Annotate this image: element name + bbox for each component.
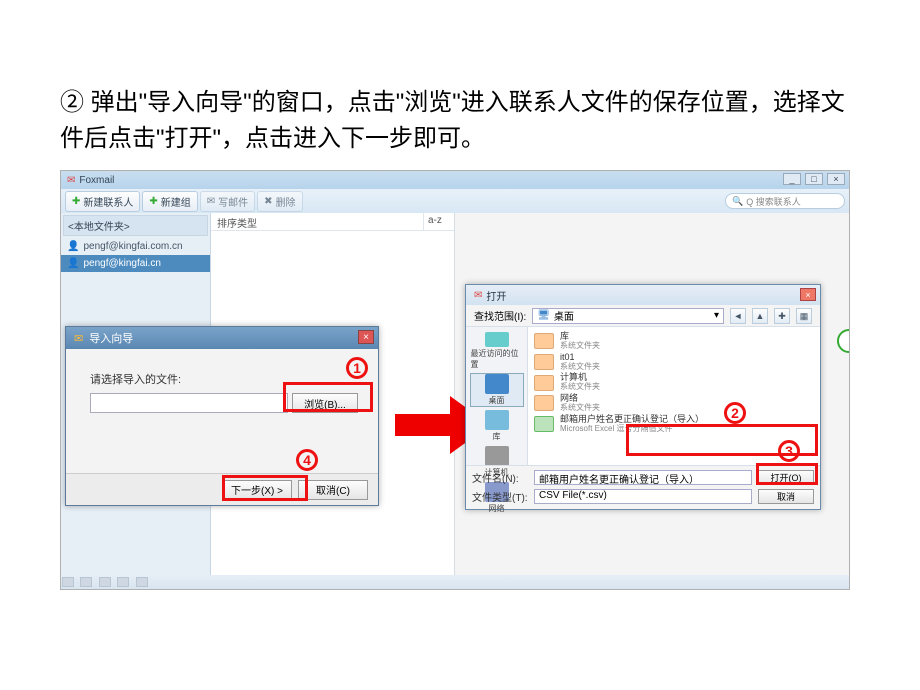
plus-icon: ✚ [149, 196, 157, 207]
filename-combo[interactable]: 邮箱用户姓名更正确认登记（导入） [534, 470, 752, 485]
file-item-it01[interactable]: it01系统文件夹 [534, 352, 814, 373]
file-item-library[interactable]: 库系统文件夹 [534, 331, 814, 352]
foxmail-status-bar [61, 575, 849, 589]
file-open-dialog: ✉ 打开 × 查找范围(I): 🖥 桌面 ▾ ◄ ▲ ✚ ▦ 最近访问的位置 [465, 284, 821, 510]
foxmail-titlebar: ✉ Foxmail _ □ × [61, 171, 849, 189]
status-icon[interactable] [136, 577, 148, 587]
open-dialog-bottom: 文件名(N): 邮箱用户姓名更正确认登记（导入） 打开(O) 文件类型(T): … [466, 465, 820, 509]
file-list: 库系统文件夹 it01系统文件夹 计算机系统文件夹 网络系统文件夹 邮箱用户姓名… [528, 327, 820, 465]
open-dialog-titlebar: ✉ 打开 × [466, 285, 820, 305]
new-group-button[interactable]: ✚新建组 [142, 191, 197, 212]
callout-number-4: 4 [296, 449, 318, 471]
wizard-title: 导入向导 [89, 330, 133, 346]
status-icon[interactable] [99, 577, 111, 587]
place-desktop[interactable]: 桌面 [470, 373, 524, 407]
place-recent[interactable]: 最近访问的位置 [470, 331, 524, 371]
wizard-titlebar: ✉ 导入向导 × [66, 327, 378, 349]
view-icon[interactable]: ▦ [796, 308, 812, 324]
cancel-button[interactable]: 取消(C) [298, 480, 368, 500]
foxmail-toolbar: ✚新建联系人 ✚新建组 ✉写邮件 ✖删除 🔍 Q 搜索联系人 [61, 189, 849, 213]
sort-az[interactable]: a-z [424, 213, 454, 230]
close-icon[interactable]: × [827, 173, 845, 185]
chevron-down-icon: ▾ [714, 310, 719, 321]
plus-icon: ✚ [72, 196, 80, 207]
file-item-excel[interactable]: 邮箱用户姓名更正确认登记（导入）Microsoft Excel 逗号分隔值文件 [534, 414, 814, 435]
open-dialog-close-button[interactable]: × [800, 288, 816, 301]
look-in-label: 查找范围(I): [474, 308, 526, 323]
open-cancel-button[interactable]: 取消 [758, 489, 814, 504]
sidebar-account-1[interactable]: 👤pengf@kingfai.com.cn [61, 238, 210, 255]
delete-icon: ✖ [264, 196, 272, 207]
foxmail-title: Foxmail [79, 175, 114, 186]
open-button[interactable]: 打开(O) [758, 470, 814, 485]
sort-header[interactable]: 排序类型 [211, 213, 424, 230]
search-icon: 🔍 [732, 196, 743, 207]
sidebar-account-2[interactable]: 👤pengf@kingfai.cn [61, 255, 210, 272]
green-indicator-icon [837, 329, 850, 353]
callout-number-2: 2 [724, 402, 746, 424]
app-logo-icon: ✉ [67, 175, 75, 186]
wizard-file-label: 请选择导入的文件: [90, 371, 358, 387]
new-folder-icon[interactable]: ✚ [774, 308, 790, 324]
new-contact-button[interactable]: ✚新建联系人 [65, 191, 140, 212]
open-dialog-title: 打开 [486, 288, 506, 303]
wizard-file-input[interactable] [90, 393, 288, 413]
callout-number-1: 1 [346, 357, 368, 379]
user-icon: 👤 [67, 241, 79, 252]
wizard-close-button[interactable]: × [358, 330, 374, 344]
maximize-icon[interactable]: □ [805, 173, 823, 185]
next-button[interactable]: 下一步(X) > [222, 480, 292, 500]
status-icon[interactable] [80, 577, 92, 587]
filename-label: 文件名(N): [472, 470, 528, 485]
search-input[interactable]: 🔍 Q 搜索联系人 [725, 193, 845, 209]
mail-button[interactable]: ✉写邮件 [200, 191, 255, 212]
import-wizard-dialog: ✉ 导入向导 × 请选择导入的文件: 浏览(B)... 下一步(X) > 取消(… [65, 326, 379, 506]
back-icon[interactable]: ◄ [730, 308, 746, 324]
instruction-text: ② 弹出"导入向导"的窗口，点击"浏览"进入联系人文件的保存位置，选择文件后点击… [60, 85, 860, 157]
filetype-label: 文件类型(T): [472, 489, 528, 504]
browse-button[interactable]: 浏览(B)... [292, 393, 358, 413]
delete-button[interactable]: ✖删除 [257, 191, 302, 212]
status-icon[interactable] [62, 577, 74, 587]
desktop-icon: 🖥 [537, 310, 550, 321]
open-dialog-icon: ✉ [474, 290, 482, 301]
look-in-row: 查找范围(I): 🖥 桌面 ▾ ◄ ▲ ✚ ▦ [466, 305, 820, 327]
places-bar: 最近访问的位置 桌面 库 计算机 网络 [466, 327, 528, 465]
mail-icon: ✉ [207, 196, 215, 207]
screenshot-frame: ✉ Foxmail _ □ × ✚新建联系人 ✚新建组 ✉写邮件 ✖删除 🔍 Q… [60, 170, 850, 590]
status-icon[interactable] [117, 577, 129, 587]
user-icon: 👤 [67, 258, 79, 269]
file-item-network[interactable]: 网络系统文件夹 [534, 393, 814, 414]
filetype-combo[interactable]: CSV File(*.csv) [534, 489, 752, 504]
minimize-icon[interactable]: _ [783, 173, 801, 185]
file-item-computer[interactable]: 计算机系统文件夹 [534, 372, 814, 393]
wizard-app-icon: ✉ [74, 332, 83, 345]
sidebar-local-folder[interactable]: <本地文件夹> [63, 215, 208, 236]
look-in-combo[interactable]: 🖥 桌面 ▾ [532, 308, 724, 324]
callout-number-3: 3 [778, 440, 800, 462]
place-library[interactable]: 库 [470, 409, 524, 443]
up-icon[interactable]: ▲ [752, 308, 768, 324]
